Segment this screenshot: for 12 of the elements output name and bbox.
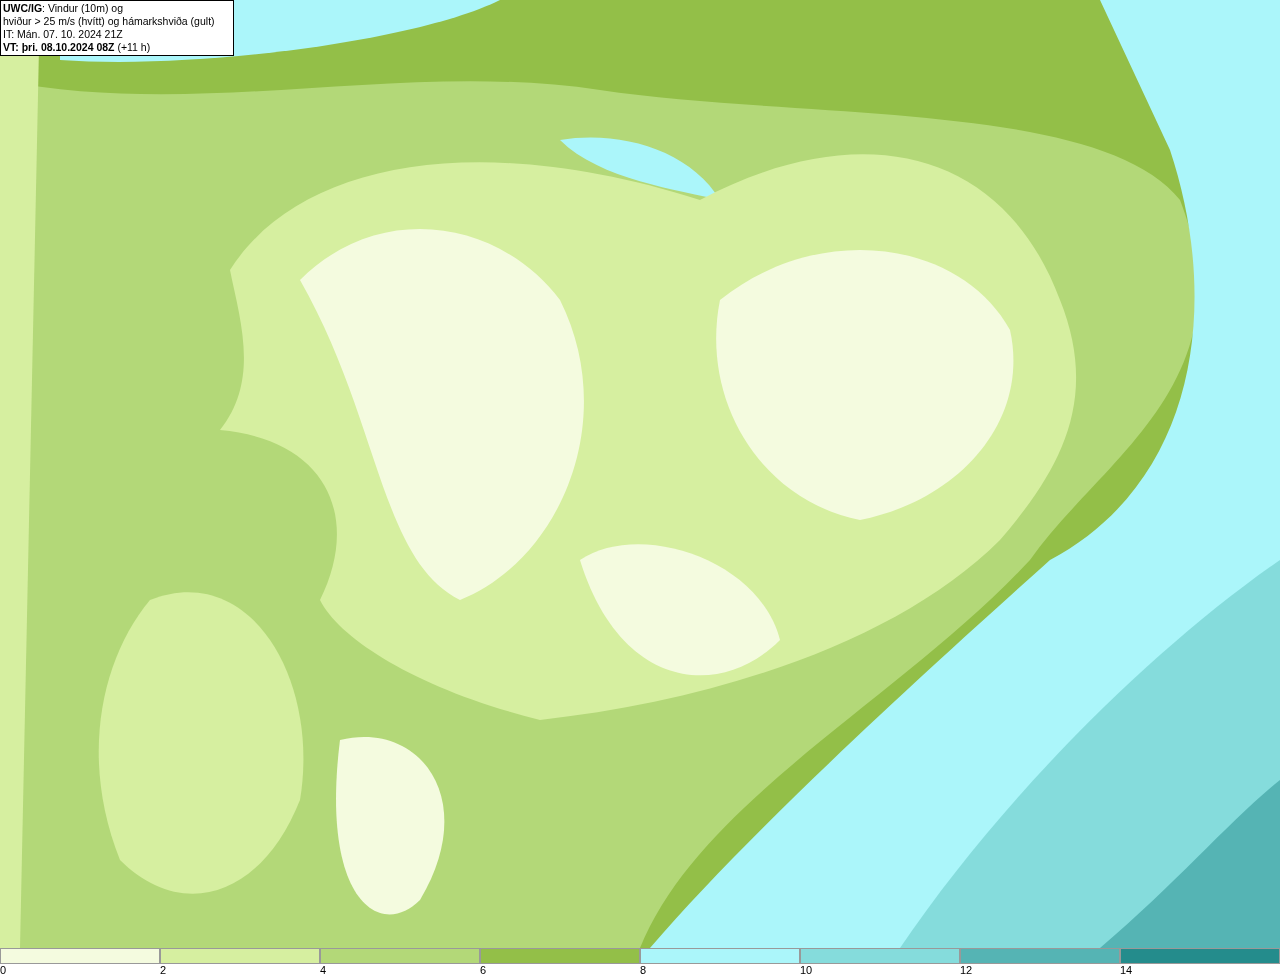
legend-label: 14 bbox=[1120, 964, 1133, 977]
legend-label: 12 bbox=[960, 964, 973, 977]
info-text: VT: þri. 08.10.2024 08Z (+11 h) bbox=[3, 41, 152, 54]
info-text: IT: Mán. 07. 10. 2024 21Z bbox=[3, 28, 124, 41]
legend-label: 8 bbox=[640, 964, 647, 977]
legend-label: 4 bbox=[320, 964, 327, 977]
legend-label: 2 bbox=[160, 964, 167, 977]
legend-label: 0 bbox=[0, 964, 7, 977]
info-text: UWC/IG: Vindur (10m) og bbox=[3, 2, 124, 15]
legend-label: 10 bbox=[800, 964, 813, 977]
legend-label: 6 bbox=[480, 964, 487, 977]
info-text: hviður > 25 m/s (hvítt) og hámarkshviða (gult) bbox=[3, 15, 216, 28]
